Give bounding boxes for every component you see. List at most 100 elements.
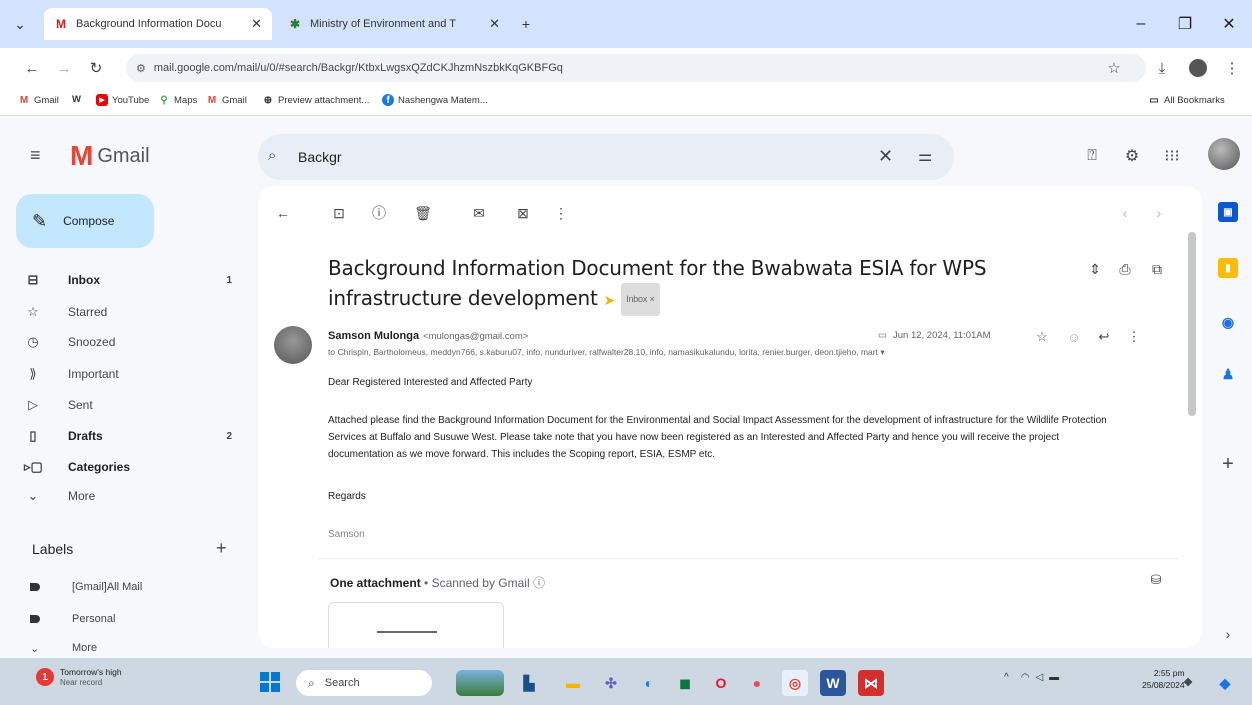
gmail-logo[interactable]: M Gmail	[70, 140, 150, 172]
main-menu-icon[interactable]: ≡	[30, 143, 54, 167]
search-icon[interactable]: ⌕	[268, 147, 276, 164]
site-info-icon[interactable]: ⚙	[136, 62, 146, 75]
mail-search-bar[interactable]: ⌕ Backgr ✕ ⚌	[258, 134, 954, 180]
close-window-icon[interactable]: ✕	[1214, 12, 1244, 36]
url-bar[interactable]: ⚙ mail.google.com/mail/u/0/#search/Backg…	[126, 54, 1146, 82]
attachment-thumbnail[interactable]	[328, 602, 504, 648]
nav-important[interactable]: ⟫ Important	[24, 362, 244, 386]
archive-icon[interactable]: ⊡	[328, 202, 350, 224]
opera-icon[interactable]: O	[708, 670, 734, 696]
minimize-icon[interactable]: –	[1126, 12, 1156, 36]
newer-icon[interactable]: ‹	[1114, 202, 1136, 224]
star-message-icon[interactable]: ☆	[1032, 327, 1052, 347]
close-tab-icon[interactable]: ✕	[251, 16, 262, 32]
weather-widget[interactable]: 1 Tomorrow's high Near record	[36, 667, 122, 687]
tab-ministry[interactable]: ✱ Ministry of Environment and T ✕	[278, 8, 510, 40]
expand-all-icon[interactable]: ⇕	[1084, 258, 1106, 280]
label-all-mail[interactable]: [Gmail]All Mail	[30, 576, 142, 598]
mark-unread-icon[interactable]: ✉	[468, 202, 490, 224]
system-tray[interactable]: ^ ◠ ◁ ▬	[1004, 672, 1059, 683]
search-options-icon[interactable]: ⚌	[918, 146, 932, 166]
snooze-icon[interactable]: ⊠	[512, 202, 534, 224]
weather-landscape-icon[interactable]	[456, 670, 504, 696]
edge-icon[interactable]: ◐	[636, 670, 662, 696]
apps-grid-icon[interactable]: ⁝⁝⁝	[1160, 144, 1184, 168]
acrobat-icon[interactable]: ⋈	[858, 670, 884, 696]
account-avatar[interactable]	[1208, 138, 1240, 170]
label-more[interactable]: ⌄ More	[30, 637, 97, 659]
new-tab-icon[interactable]: +	[514, 12, 538, 36]
tray-overflow-icon[interactable]: ^	[1004, 672, 1009, 683]
browser-app-icon[interactable]: ●	[744, 670, 770, 696]
reply-icon[interactable]: ↩	[1094, 327, 1114, 347]
battery-icon[interactable]: ▬	[1049, 672, 1059, 683]
message-more-icon[interactable]: ⋮	[1124, 327, 1144, 347]
nav-snoozed[interactable]: ◷ Snoozed	[24, 330, 244, 354]
file-explorer-icon[interactable]: ▬	[560, 670, 586, 696]
tasks-app-icon[interactable]: ◉	[1218, 312, 1238, 332]
new-window-icon[interactable]: ⧉	[1146, 258, 1168, 280]
restore-icon[interactable]: ❐	[1170, 12, 1200, 36]
add-label-icon[interactable]: +	[216, 538, 227, 559]
nav-inbox[interactable]: ⊟ Inbox 1	[24, 268, 244, 292]
calendar-app-icon[interactable]: ▣	[1218, 202, 1238, 222]
copilot-icon[interactable]: ◆	[1212, 670, 1238, 696]
back-to-list-icon[interactable]: ←	[272, 202, 294, 224]
more-options-icon[interactable]: ⋮	[550, 202, 572, 224]
nav-drafts[interactable]: ▯ Drafts 2	[24, 424, 244, 448]
bookmark-gmail-2[interactable]: M Gmail	[206, 94, 247, 106]
compose-button[interactable]: ✎ Compose	[16, 194, 154, 248]
browser-menu-icon[interactable]: ⋮	[1220, 56, 1244, 80]
speaker-icon[interactable]: ◁	[1035, 672, 1043, 683]
bookmark-preview[interactable]: ⊕ Preview attachment...	[262, 94, 370, 106]
nav-more[interactable]: ⌄ More	[24, 484, 244, 508]
keep-app-icon[interactable]: ▮	[1218, 258, 1238, 278]
task-view-icon[interactable]: ▙	[516, 670, 542, 696]
taskbar-search[interactable]: ⌕ Search	[296, 670, 432, 696]
teams-icon[interactable]: ✣	[598, 670, 624, 696]
notifications-icon[interactable]: ❖	[1178, 672, 1198, 692]
word-icon[interactable]: W	[820, 670, 846, 696]
bookmark-maps[interactable]: ⚲ Maps	[158, 94, 197, 106]
show-side-panel-icon[interactable]: ›	[1218, 624, 1238, 644]
wifi-icon[interactable]: ◠	[1021, 672, 1030, 683]
add-to-drive-icon[interactable]: ⛁	[1146, 570, 1166, 590]
nav-sent[interactable]: ▷ Sent	[24, 393, 244, 417]
help-icon[interactable]: ⍰	[1080, 144, 1104, 168]
chrome-icon[interactable]: ◎	[782, 670, 808, 696]
tab-search-icon[interactable]: ⌄	[8, 12, 32, 36]
nav-categories[interactable]: ▹▢ Categories	[24, 455, 244, 479]
settings-gear-icon[interactable]: ⚙	[1120, 144, 1144, 168]
bookmark-nashengwa[interactable]: f Nashengwa Matem...	[382, 94, 488, 106]
clear-search-icon[interactable]: ✕	[878, 146, 893, 167]
inbox-label-chip[interactable]: Inbox ×	[621, 283, 660, 316]
scrollbar-thumb[interactable]	[1188, 232, 1196, 416]
contacts-app-icon[interactable]: ♟	[1218, 364, 1238, 384]
profile-avatar-icon[interactable]	[1186, 56, 1210, 80]
close-tab-icon[interactable]: ✕	[489, 16, 500, 32]
windows-start-icon[interactable]	[260, 672, 280, 692]
tab-gmail[interactable]: M Background Information Docu ✕	[44, 8, 272, 40]
recipients-line[interactable]: to Chrispin, Bartholomeus, meddyn766, s.…	[328, 347, 1088, 358]
print-icon[interactable]: ⎙	[1114, 258, 1136, 280]
label-name: Personal	[72, 613, 116, 625]
label-personal[interactable]: Personal	[30, 608, 115, 630]
get-addons-icon[interactable]: +	[1218, 453, 1238, 475]
nav-starred[interactable]: ☆ Starred	[24, 300, 244, 324]
delete-icon[interactable]: 🗑	[412, 202, 434, 224]
download-icon[interactable]: ⤓	[1150, 56, 1174, 80]
older-icon[interactable]: ›	[1148, 202, 1170, 224]
all-bookmarks[interactable]: ▭ All Bookmarks	[1148, 94, 1224, 106]
search-input[interactable]: Backgr	[298, 149, 342, 165]
bookmark-star-icon[interactable]: ☆	[1102, 56, 1126, 80]
reload-icon[interactable]: ↻	[84, 56, 108, 80]
back-icon[interactable]: ←	[20, 56, 44, 80]
report-spam-icon[interactable]: ⓘ	[368, 202, 390, 224]
bookmark-youtube[interactable]: ▶ YouTube	[96, 94, 149, 106]
store-icon[interactable]: ◼	[672, 670, 698, 696]
bookmark-gmail[interactable]: M Gmail	[18, 94, 59, 106]
bookmark-w[interactable]: W	[72, 94, 81, 105]
important-marker-icon[interactable]: ➤	[604, 293, 616, 309]
forward-icon[interactable]: →	[52, 56, 76, 80]
emoji-react-icon[interactable]: ☺	[1064, 327, 1084, 347]
